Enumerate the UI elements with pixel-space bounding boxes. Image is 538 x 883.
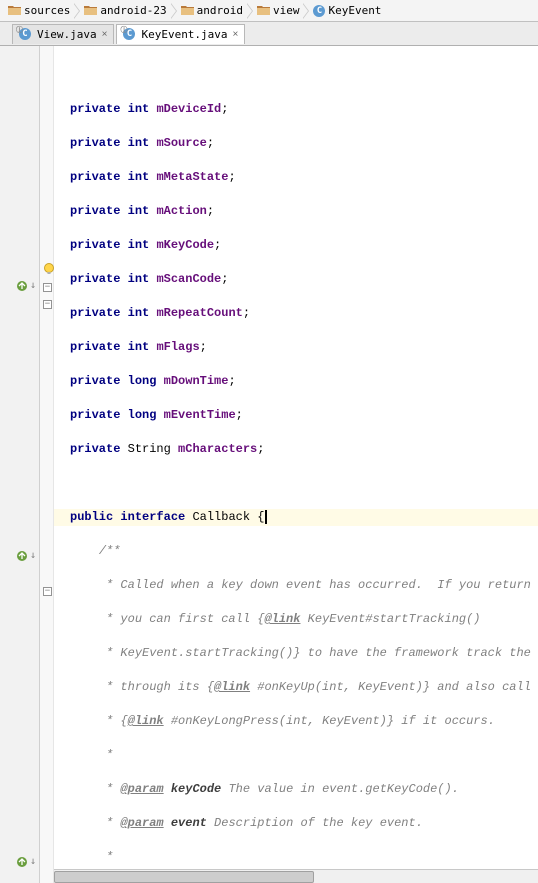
code-line: private int mSource; [70, 135, 538, 152]
folder-icon [8, 5, 21, 16]
code-line: private int mScanCode; [70, 271, 538, 288]
fold-toggle[interactable]: − [43, 283, 52, 292]
horizontal-scrollbar[interactable] [54, 869, 538, 883]
breadcrumb-view[interactable]: view [247, 1, 304, 21]
fold-toggle[interactable]: − [43, 300, 52, 309]
code-line: private int mFlags; [70, 339, 538, 356]
code-line: * you can first call {@link KeyEvent#sta… [70, 611, 538, 628]
intention-bulb-icon[interactable] [42, 262, 56, 276]
folder-icon [181, 5, 194, 16]
code-line: /** [70, 543, 538, 560]
crumb-label: android [197, 4, 243, 17]
override-icon[interactable] [16, 280, 28, 292]
code-line: * [70, 747, 538, 764]
crumb-label: sources [24, 4, 70, 17]
code-line: * KeyEvent.startTracking()} to have the … [70, 645, 538, 662]
code-line-active: public interface Callback { [54, 509, 538, 526]
folder-icon [84, 5, 97, 16]
code-line: private int mMetaState; [70, 169, 538, 186]
breadcrumb-keyevent[interactable]: C KeyEvent [303, 1, 385, 21]
gutter-arrow-icon: ↓ [30, 856, 36, 867]
code-line: private long mEventTime; [70, 407, 538, 424]
close-icon[interactable]: × [102, 29, 108, 40]
breadcrumb-sources[interactable]: sources [4, 1, 74, 21]
fold-toggle[interactable]: − [43, 587, 52, 596]
gutter-arrow-icon: ↓ [30, 280, 36, 291]
code-line: * @param event Description of the key ev… [70, 815, 538, 832]
crumb-label: KeyEvent [328, 4, 381, 17]
class-icon: ⓙC [19, 28, 31, 40]
scrollbar-thumb[interactable] [54, 871, 314, 883]
code-line: * {@link #onKeyLongPress(int, KeyEvent)}… [70, 713, 538, 730]
tab-view-java[interactable]: ⓙC View.java × [12, 24, 114, 44]
close-icon[interactable]: × [233, 29, 239, 40]
editor-tabs: ⓙC View.java × ⓙC KeyEvent.java × [0, 22, 538, 46]
class-icon: ⓙC [123, 28, 135, 40]
editor-area: ↓ ↓ ↓ − − − private int mDeviceId; priva… [0, 46, 538, 883]
code-area[interactable]: private int mDeviceId; private int mSour… [54, 46, 538, 883]
tab-label: KeyEvent.java [141, 28, 227, 41]
code-line: * Called when a key down event has occur… [70, 577, 538, 594]
crumb-label: android-23 [100, 4, 166, 17]
class-icon: C [313, 5, 325, 17]
gutter[interactable]: ↓ ↓ ↓ [0, 46, 40, 883]
breadcrumb-android[interactable]: android [171, 1, 247, 21]
gutter-arrow-icon: ↓ [30, 550, 36, 561]
breadcrumb-android23[interactable]: android-23 [74, 1, 170, 21]
folder-icon [257, 5, 270, 16]
code-line: * through its {@link #onKeyUp(int, KeyEv… [70, 679, 538, 696]
code-line: private int mDeviceId; [70, 101, 538, 118]
crumb-label: view [273, 4, 300, 17]
code-line: * @param keyCode The value in event.getK… [70, 781, 538, 798]
caret [265, 510, 267, 524]
code-line: private int mKeyCode; [70, 237, 538, 254]
override-icon[interactable] [16, 550, 28, 562]
override-icon[interactable] [16, 856, 28, 868]
tab-keyevent-java[interactable]: ⓙC KeyEvent.java × [116, 24, 245, 44]
code-line: * [70, 849, 538, 866]
code-line: private String mCharacters; [70, 441, 538, 458]
code-line: private int mAction; [70, 203, 538, 220]
breadcrumbs[interactable]: sources android-23 android view C KeyEve… [0, 0, 538, 22]
code-line: private long mDownTime; [70, 373, 538, 390]
code-line: private int mRepeatCount; [70, 305, 538, 322]
tab-label: View.java [37, 28, 97, 41]
fold-gutter[interactable]: − − − [40, 46, 54, 883]
